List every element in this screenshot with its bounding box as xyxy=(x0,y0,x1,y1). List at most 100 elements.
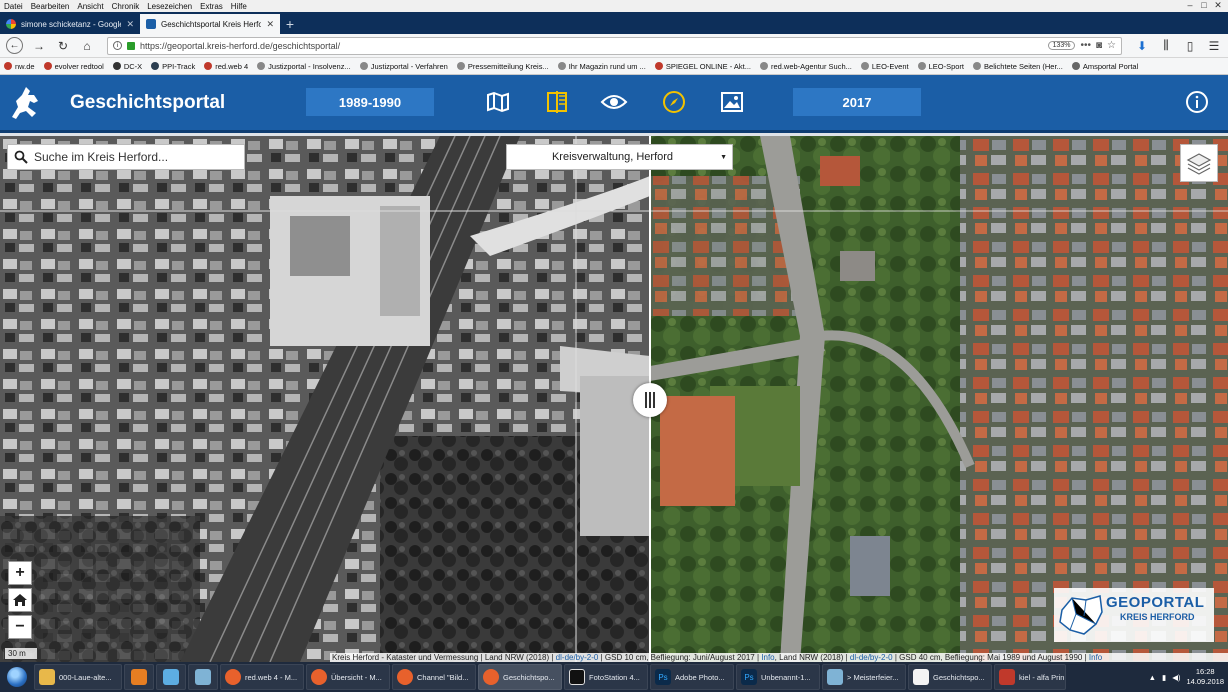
search-input[interactable]: Suche im Kreis Herford... xyxy=(7,144,245,170)
taskbar-item[interactable] xyxy=(156,664,186,690)
bookmark-item[interactable]: LEO-Event xyxy=(860,62,909,71)
network-icon[interactable]: ▮ xyxy=(1162,673,1166,682)
info-icon[interactable] xyxy=(1185,90,1209,114)
map-attribution: Kreis Herford - Kataster und Vermessung … xyxy=(330,653,1228,662)
license-link[interactable]: dl-de/by-2-0 xyxy=(556,653,599,662)
hamburger-menu-icon[interactable]: ☰ xyxy=(1206,38,1222,54)
clock[interactable]: 16:28 14.09.2018 xyxy=(1186,667,1224,687)
forward-icon[interactable]: → xyxy=(31,38,47,54)
menu-chronik[interactable]: Chronik xyxy=(108,2,144,11)
tray-arrow-icon[interactable]: ▲ xyxy=(1149,673,1156,682)
minimize-icon[interactable]: – xyxy=(1184,0,1196,10)
eye-icon[interactable] xyxy=(600,89,628,115)
aerial-image-1989[interactable] xyxy=(0,136,650,662)
pocket-icon[interactable]: ◙ xyxy=(1096,40,1102,51)
taskbar-item[interactable]: Channel "Bild... xyxy=(392,664,476,690)
zoom-level[interactable]: 133% xyxy=(1047,41,1076,50)
library-icon[interactable]: ⫼ xyxy=(1158,38,1174,54)
address-bar[interactable]: i https://geoportal.kreis-herford.de/ges… xyxy=(107,36,1122,55)
new-tab-icon[interactable]: + xyxy=(280,14,300,34)
reload-icon[interactable]: ↻ xyxy=(55,38,71,54)
search-placeholder: Suche im Kreis Herford... xyxy=(34,150,169,164)
taskbar-item[interactable]: red.web 4 - M... xyxy=(220,664,304,690)
place-select[interactable]: Kreisverwaltung, Herford ▼ xyxy=(506,144,733,170)
taskbar-item[interactable]: FotoStation 4... xyxy=(564,664,648,690)
download-icon[interactable]: ⬇ xyxy=(1134,38,1150,54)
bookmark-item[interactable]: red.web-Agentur Such... xyxy=(760,62,852,71)
menu-bearbeiten[interactable]: Bearbeiten xyxy=(27,2,74,11)
license-link[interactable]: dl-de/by-2-0 xyxy=(850,653,893,662)
back-icon[interactable]: ← xyxy=(6,37,23,54)
taskbar-item[interactable]: Geschichtspo... xyxy=(908,664,992,690)
app-icon xyxy=(999,669,1015,685)
layers-button[interactable] xyxy=(1180,144,1218,182)
geoportal-logo-subtitle: KREIS HERFORD xyxy=(1120,612,1195,622)
year-right-button[interactable]: 2017 xyxy=(793,88,921,116)
bookmark-item[interactable]: Pressemitteilung Kreis... xyxy=(456,62,549,71)
menu-hilfe[interactable]: Hilfe xyxy=(227,2,251,11)
system-tray: ▲ ▮ ◀) 16:28 14.09.2018 xyxy=(1149,662,1224,692)
map-viewer[interactable]: Suche im Kreis Herford... Kreisverwaltun… xyxy=(0,136,1228,662)
bookmark-favicon-icon xyxy=(456,62,465,70)
bookmark-item[interactable]: Justizportal - Verfahren xyxy=(359,62,448,71)
bookmark-item[interactable]: nw.de xyxy=(4,62,35,71)
volume-icon[interactable]: ◀) xyxy=(1172,673,1180,682)
bookmark-item[interactable]: Amsportal Portal xyxy=(1071,62,1138,71)
bookmark-favicon-icon xyxy=(917,62,926,70)
menu-lesezeichen[interactable]: Lesezeichen xyxy=(143,2,196,11)
maximize-icon[interactable]: □ xyxy=(1198,0,1210,10)
tab-close-icon[interactable]: ✕ xyxy=(126,19,134,30)
page-actions-icon[interactable]: ••• xyxy=(1080,40,1091,51)
url-text[interactable]: https://geoportal.kreis-herford.de/gesch… xyxy=(140,41,1043,51)
menu-datei[interactable]: Datei xyxy=(0,2,27,11)
start-button[interactable] xyxy=(2,663,32,691)
info-icon[interactable]: i xyxy=(113,41,122,50)
lock-icon xyxy=(127,41,135,50)
taskbar-item[interactable]: Übersicht - M... xyxy=(306,664,390,690)
menu-extras[interactable]: Extras xyxy=(196,2,227,11)
zoom-out-button[interactable]: − xyxy=(8,615,32,639)
tab-google-search[interactable]: simone schicketanz - Google-S ✕ xyxy=(0,14,140,34)
taskbar-item[interactable]: 000-Laue-alte... xyxy=(34,664,122,690)
bookmark-item[interactable]: Ihr Magazin rund um ... xyxy=(557,62,646,71)
bookmark-item[interactable]: LEO-Sport xyxy=(917,62,964,71)
home-icon[interactable]: ⌂ xyxy=(79,38,95,54)
swipe-compare-icon[interactable] xyxy=(543,89,571,115)
sidebar-icon[interactable]: ▯ xyxy=(1182,38,1198,54)
info-link[interactable]: Info xyxy=(761,653,774,662)
bookmark-star-icon[interactable]: ☆ xyxy=(1107,40,1116,51)
home-extent-button[interactable] xyxy=(8,588,32,612)
compass-icon[interactable] xyxy=(660,89,688,115)
taskbar-item[interactable]: Ps Unbenannt-1... xyxy=(736,664,820,690)
bookmark-item[interactable]: Justizportal - Insolvenz... xyxy=(257,62,351,71)
taskbar-item-active[interactable]: Geschichtspo... xyxy=(478,664,562,690)
zoom-in-button[interactable]: + xyxy=(8,561,32,585)
firefox-icon xyxy=(397,669,413,685)
aerial-photo-current xyxy=(650,136,1228,662)
bookmark-item[interactable]: PPI-Track xyxy=(151,62,195,71)
info-link[interactable]: Info xyxy=(1089,653,1102,662)
taskbar-item[interactable]: > Meisterfeier... xyxy=(822,664,906,690)
menu-ansicht[interactable]: Ansicht xyxy=(73,2,107,11)
tab-geschichtsportal[interactable]: Geschichtsportal Kreis Herford ✕ xyxy=(140,14,280,34)
navigation-bar: ← → ↻ ⌂ i https://geoportal.kreis-herfor… xyxy=(0,34,1228,58)
image-icon[interactable] xyxy=(718,89,746,115)
bookmark-item[interactable]: evolver redtool xyxy=(43,62,104,71)
bookmark-item[interactable]: red.web 4 xyxy=(204,62,248,71)
tab-close-icon[interactable]: ✕ xyxy=(266,19,274,30)
aerial-image-2017[interactable] xyxy=(650,136,1228,662)
map-icon[interactable] xyxy=(484,89,512,115)
year-left-button[interactable]: 1989-1990 xyxy=(306,88,434,116)
bookmark-item[interactable]: DC-X xyxy=(112,62,142,71)
taskbar-item[interactable] xyxy=(188,664,218,690)
taskbar-item[interactable]: Ps Adobe Photo... xyxy=(650,664,734,690)
bookmark-favicon-icon xyxy=(204,62,213,70)
taskbar-item[interactable]: kiel - alfa Prin... xyxy=(994,664,1066,690)
close-icon[interactable]: ✕ xyxy=(1212,0,1224,10)
place-selected-value: Kreisverwaltung, Herford xyxy=(551,151,674,163)
bookmark-favicon-icon xyxy=(860,62,869,70)
taskbar-item[interactable] xyxy=(124,664,154,690)
bookmark-item[interactable]: Belichtete Seiten (Her... xyxy=(973,62,1063,71)
bookmark-item[interactable]: SPIEGEL ONLINE - Akt... xyxy=(654,62,751,71)
swipe-handle-icon[interactable] xyxy=(633,383,667,417)
